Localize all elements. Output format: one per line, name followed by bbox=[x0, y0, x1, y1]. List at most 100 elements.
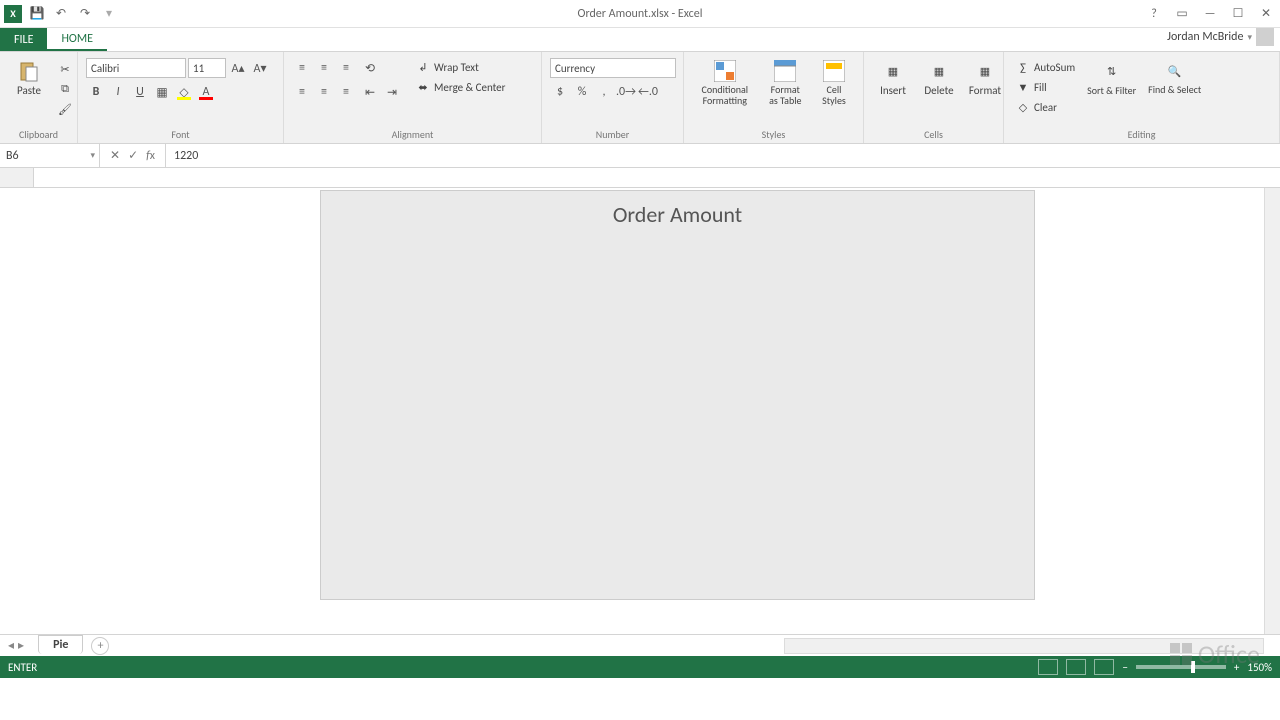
align-bottom-icon[interactable]: ≡ bbox=[336, 58, 356, 78]
sheet-nav-prev-icon[interactable]: ◂ bbox=[8, 638, 14, 653]
align-middle-icon[interactable]: ≡ bbox=[314, 58, 334, 78]
conditional-formatting-button[interactable]: Conditional Formatting bbox=[692, 58, 758, 108]
paste-button[interactable]: Paste bbox=[8, 58, 50, 99]
add-sheet-button[interactable]: + bbox=[91, 637, 109, 655]
bold-button[interactable]: B bbox=[86, 82, 106, 102]
undo-icon[interactable]: ↶ bbox=[52, 5, 70, 23]
increase-decimal-icon[interactable]: .0→ bbox=[616, 82, 636, 102]
user-name[interactable]: Jordan McBride bbox=[1167, 30, 1243, 44]
accounting-format-icon[interactable]: $ bbox=[550, 82, 570, 102]
format-painter-button[interactable]: 🖌 bbox=[54, 100, 76, 118]
number-format-combo[interactable]: Currency bbox=[550, 58, 676, 78]
sheet-nav-next-icon[interactable]: ▸ bbox=[18, 638, 24, 653]
minimize-icon[interactable]: — bbox=[1200, 7, 1220, 21]
wrap-text-icon: ↲ bbox=[416, 60, 430, 74]
align-center-icon[interactable]: ≡ bbox=[314, 82, 334, 102]
decrease-font-icon[interactable]: A▾ bbox=[250, 58, 270, 78]
horizontal-scrollbar[interactable] bbox=[784, 638, 1264, 654]
orientation-icon[interactable]: ⟲ bbox=[360, 58, 380, 78]
select-all-corner[interactable] bbox=[0, 168, 34, 187]
chart-title[interactable]: Order Amount bbox=[321, 191, 1034, 232]
group-label: Cells bbox=[872, 126, 995, 143]
increase-indent-icon[interactable]: ⇥ bbox=[382, 82, 402, 102]
formula-bar: B6 ✕ ✓ fx 1220 bbox=[0, 144, 1280, 168]
format-table-icon bbox=[774, 60, 796, 82]
align-top-icon[interactable]: ≡ bbox=[292, 58, 312, 78]
excel-logo-icon: X bbox=[4, 5, 22, 23]
cut-icon: ✂ bbox=[58, 62, 72, 76]
redo-icon[interactable]: ↷ bbox=[76, 5, 94, 23]
cut-button[interactable]: ✂ bbox=[54, 60, 76, 78]
fx-icon[interactable]: fx bbox=[146, 149, 155, 163]
align-left-icon[interactable]: ≡ bbox=[292, 82, 312, 102]
align-right-icon[interactable]: ≡ bbox=[336, 82, 356, 102]
format-painter-icon: 🖌 bbox=[58, 102, 72, 116]
group-label: Font bbox=[86, 126, 275, 143]
decrease-indent-icon[interactable]: ⇤ bbox=[360, 82, 380, 102]
view-page-break-icon[interactable] bbox=[1094, 659, 1114, 675]
worksheet-grid[interactable]: Order Amount bbox=[0, 168, 1280, 634]
wrap-text-button[interactable]: ↲Wrap Text bbox=[412, 58, 510, 76]
sort-filter-button[interactable]: ⇅Sort & Filter bbox=[1083, 58, 1140, 99]
group-label: Clipboard bbox=[8, 126, 69, 143]
copy-icon: ⧉ bbox=[58, 82, 72, 96]
qat-customize-icon[interactable]: ▾ bbox=[100, 5, 118, 23]
format-cells-button[interactable]: ▦Format bbox=[964, 58, 1006, 99]
clear-button[interactable]: ◇Clear bbox=[1012, 98, 1079, 116]
sheet-tab-active[interactable]: Pie bbox=[38, 635, 83, 654]
copy-button[interactable]: ⧉ bbox=[54, 80, 76, 98]
cell-styles-button[interactable]: Cell Styles bbox=[813, 58, 855, 108]
user-avatar-icon[interactable] bbox=[1256, 28, 1274, 46]
italic-button[interactable]: I bbox=[108, 82, 128, 102]
zoom-out-icon[interactable]: − bbox=[1122, 661, 1127, 674]
tab-home[interactable]: HOME bbox=[47, 28, 107, 51]
fill-button[interactable]: ▼Fill bbox=[1012, 78, 1079, 96]
merge-center-button[interactable]: ⬌Merge & Center bbox=[412, 78, 510, 96]
insert-cells-button[interactable]: ▦Insert bbox=[872, 58, 914, 99]
cell-styles-icon bbox=[823, 60, 845, 82]
underline-button[interactable]: U bbox=[130, 82, 150, 102]
comma-format-icon[interactable]: , bbox=[594, 82, 614, 102]
decrease-decimal-icon[interactable]: ←.0 bbox=[638, 82, 658, 102]
zoom-in-icon[interactable]: + bbox=[1234, 661, 1239, 674]
group-label: Editing bbox=[1012, 126, 1271, 143]
zoom-slider[interactable] bbox=[1136, 665, 1226, 669]
format-as-table-button[interactable]: Format as Table bbox=[762, 58, 809, 108]
font-size-combo[interactable]: 11 bbox=[188, 58, 226, 78]
zoom-level[interactable]: 150% bbox=[1247, 661, 1272, 674]
save-icon[interactable]: 💾 bbox=[28, 5, 46, 23]
percent-format-icon[interactable]: % bbox=[572, 82, 592, 102]
border-button[interactable]: ▦ bbox=[152, 82, 172, 102]
ribbon-tabs: FILE HOME Jordan McBride ▾ bbox=[0, 28, 1280, 52]
sort-filter-icon: ⇅ bbox=[1101, 60, 1123, 82]
fill-icon: ▼ bbox=[1016, 80, 1030, 94]
view-normal-icon[interactable] bbox=[1038, 659, 1058, 675]
embedded-chart[interactable]: Order Amount bbox=[320, 190, 1035, 600]
name-box[interactable]: B6 bbox=[0, 144, 100, 167]
enter-formula-icon[interactable]: ✓ bbox=[128, 148, 138, 163]
format-cells-icon: ▦ bbox=[974, 60, 996, 82]
delete-cells-button[interactable]: ▦Delete bbox=[918, 58, 960, 99]
pie-chart[interactable] bbox=[491, 262, 771, 542]
conditional-formatting-icon bbox=[714, 60, 736, 82]
find-select-button[interactable]: 🔍Find & Select bbox=[1144, 58, 1205, 97]
formula-input[interactable]: 1220 bbox=[166, 144, 1280, 167]
font-color-button[interactable]: A bbox=[196, 82, 216, 102]
tab-file[interactable]: FILE bbox=[0, 28, 47, 51]
maximize-icon[interactable]: ☐ bbox=[1228, 6, 1248, 21]
close-icon[interactable]: ✕ bbox=[1256, 6, 1276, 21]
increase-font-icon[interactable]: A▴ bbox=[228, 58, 248, 78]
window-title: Order Amount.xlsx - Excel bbox=[578, 7, 703, 21]
autosum-button[interactable]: ∑AutoSum bbox=[1012, 58, 1079, 76]
autosum-icon: ∑ bbox=[1016, 60, 1030, 74]
cancel-formula-icon[interactable]: ✕ bbox=[110, 148, 120, 163]
group-label: Styles bbox=[692, 126, 855, 143]
ribbon-options-icon[interactable]: ▭ bbox=[1172, 6, 1192, 21]
view-page-layout-icon[interactable] bbox=[1066, 659, 1086, 675]
merge-icon: ⬌ bbox=[416, 80, 430, 94]
font-name-combo[interactable]: Calibri bbox=[86, 58, 186, 78]
help-icon[interactable]: ? bbox=[1144, 7, 1164, 21]
vertical-scrollbar[interactable] bbox=[1264, 188, 1280, 634]
sheet-tab-bar: ◂ ▸ Pie + bbox=[0, 634, 1280, 656]
fill-color-button[interactable]: ◇ bbox=[174, 82, 194, 102]
